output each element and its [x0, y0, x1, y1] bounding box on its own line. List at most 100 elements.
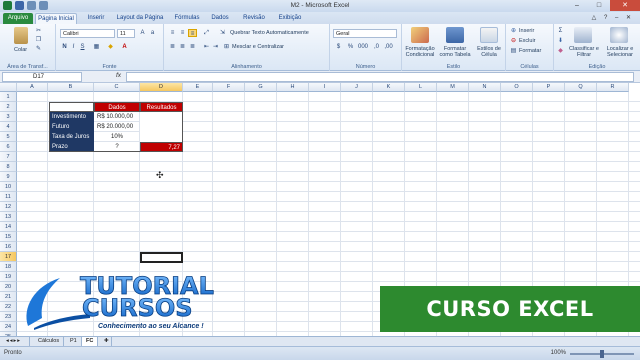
tab-insert[interactable]: Inserir	[82, 13, 110, 24]
column-header-e[interactable]: E	[183, 83, 213, 92]
insert-function-icon[interactable]: fx	[116, 72, 121, 79]
row-header-13[interactable]: 13	[0, 212, 17, 222]
label-futuro[interactable]: Futuro	[49, 122, 94, 132]
column-header-i[interactable]: I	[309, 83, 341, 92]
row-header-15[interactable]: 15	[0, 232, 17, 242]
percent-icon[interactable]: %	[346, 43, 355, 51]
sort-filter-icon[interactable]	[574, 27, 592, 43]
insert-cells-icon[interactable]: ⊕	[509, 27, 518, 35]
autosum-icon[interactable]: Σ	[556, 27, 565, 35]
copy-icon[interactable]: ❐	[34, 36, 43, 44]
find-select-icon[interactable]	[610, 27, 628, 43]
zoom-slider-knob[interactable]	[600, 350, 604, 358]
row-header-23[interactable]: 23	[0, 312, 17, 322]
align-right-icon[interactable]: ≣	[188, 43, 197, 51]
row-header-5[interactable]: 5	[0, 132, 17, 142]
format-painter-icon[interactable]: ✎	[34, 45, 43, 53]
clear-icon[interactable]: ◆	[556, 47, 565, 55]
align-center-icon[interactable]: ≣	[178, 43, 187, 51]
number-format-combo[interactable]: Geral	[333, 29, 397, 38]
row-header-16[interactable]: 16	[0, 242, 17, 252]
row-header-8[interactable]: 8	[0, 162, 17, 172]
column-header-o[interactable]: O	[501, 83, 533, 92]
sheet-tab-fc[interactable]: FC	[82, 337, 99, 346]
row-header-4[interactable]: 4	[0, 122, 17, 132]
column-header-r[interactable]: R	[597, 83, 629, 92]
row-header-22[interactable]: 22	[0, 302, 17, 312]
paste-icon[interactable]	[14, 27, 28, 44]
sheet-nav-arrows-icon[interactable]: ◂◂▸▸	[2, 337, 30, 346]
format-as-table-icon[interactable]	[446, 27, 464, 43]
row-header-18[interactable]: 18	[0, 262, 17, 272]
grow-font-icon[interactable]: A	[138, 29, 147, 37]
increase-indent-icon[interactable]: ⇥	[211, 43, 220, 51]
delete-cells-icon[interactable]: ⊖	[509, 37, 518, 45]
new-sheet-icon[interactable]: ✚	[100, 337, 112, 346]
tab-data[interactable]: Dados	[207, 13, 233, 24]
shrink-font-icon[interactable]: a	[148, 29, 157, 37]
row-header-12[interactable]: 12	[0, 202, 17, 212]
name-box[interactable]: D17	[2, 72, 82, 82]
format-cells-icon[interactable]: ▤	[509, 47, 518, 55]
label-prazo[interactable]: Prazo	[49, 142, 94, 152]
fill-icon[interactable]: ⬇	[556, 37, 565, 45]
comma-style-icon[interactable]: 000	[358, 43, 368, 51]
tab-page-layout[interactable]: Layout da Página	[114, 13, 166, 24]
currency-icon[interactable]: $	[334, 43, 343, 51]
column-header-q[interactable]: Q	[565, 83, 597, 92]
tab-home[interactable]: Página Inicial	[35, 13, 77, 24]
row-header-1[interactable]: 1	[0, 92, 17, 102]
close-button[interactable]: ✕	[610, 0, 640, 11]
header-resultados[interactable]: Resultados	[140, 102, 183, 112]
column-header-c[interactable]: C	[94, 83, 140, 92]
fill-color-icon[interactable]: ◆	[106, 43, 115, 51]
column-header-f[interactable]: F	[213, 83, 245, 92]
conditional-formatting-button[interactable]: Formatação Condicional	[403, 46, 437, 58]
sort-filter-button[interactable]: Classificar e Filtrar	[567, 46, 601, 58]
zoom-level[interactable]: 100%	[551, 350, 566, 356]
row-header-14[interactable]: 14	[0, 222, 17, 232]
format-cells-button[interactable]: Formatar	[519, 48, 541, 54]
merge-center-button[interactable]: Mesclar e Centralizar	[232, 44, 284, 50]
merge-icon[interactable]: ⊞	[222, 43, 231, 51]
row-header-17[interactable]: 17	[0, 252, 17, 262]
row-header-6[interactable]: 6	[0, 142, 17, 152]
bold-icon[interactable]: N	[60, 43, 69, 51]
table-corner-cell[interactable]	[49, 102, 94, 112]
value-investimento[interactable]: R$ 10.000,00	[94, 112, 140, 122]
align-top-icon[interactable]: ≡	[168, 29, 177, 37]
align-bottom-icon[interactable]: ≡	[188, 29, 197, 37]
font-size-combo[interactable]: 11	[117, 29, 135, 38]
header-dados[interactable]: Dados	[94, 102, 140, 112]
cell-styles-icon[interactable]	[480, 27, 498, 43]
column-header-j[interactable]: J	[341, 83, 373, 92]
active-cell-selection[interactable]	[140, 252, 183, 263]
label-investimento[interactable]: Investimento	[49, 112, 94, 122]
row-header-2[interactable]: 2	[0, 102, 17, 112]
tab-view[interactable]: Exibição	[273, 13, 307, 24]
value-futuro[interactable]: R$ 20.000,00	[94, 122, 140, 132]
italic-icon[interactable]: I	[69, 43, 78, 51]
orientation-icon[interactable]: ⤢	[202, 29, 211, 37]
row-header-21[interactable]: 21	[0, 292, 17, 302]
results-blank-area[interactable]	[140, 112, 183, 142]
row-header-20[interactable]: 20	[0, 282, 17, 292]
value-taxa-juros[interactable]: 10%	[94, 132, 140, 142]
cut-icon[interactable]: ✂	[34, 27, 43, 35]
column-header-g[interactable]: G	[245, 83, 277, 92]
tab-file[interactable]: Arquivo	[3, 13, 33, 24]
row-header-24[interactable]: 24	[0, 322, 17, 332]
column-header-l[interactable]: L	[405, 83, 437, 92]
row-header-3[interactable]: 3	[0, 112, 17, 122]
decrease-decimal-icon[interactable]: ,00	[384, 43, 393, 51]
sheet-tab-calculos[interactable]: Cálculos	[34, 337, 65, 346]
cell-styles-button[interactable]: Estilos de Célula	[473, 46, 505, 58]
row-header-19[interactable]: 19	[0, 272, 17, 282]
formula-input[interactable]	[126, 72, 634, 82]
tab-review[interactable]: Revisão	[238, 13, 270, 24]
row-header-9[interactable]: 9	[0, 172, 17, 182]
column-header-k[interactable]: K	[373, 83, 405, 92]
delete-cells-button[interactable]: Excluir	[519, 38, 536, 44]
font-color-icon[interactable]: A	[120, 43, 129, 51]
align-middle-icon[interactable]: ≡	[178, 29, 187, 37]
